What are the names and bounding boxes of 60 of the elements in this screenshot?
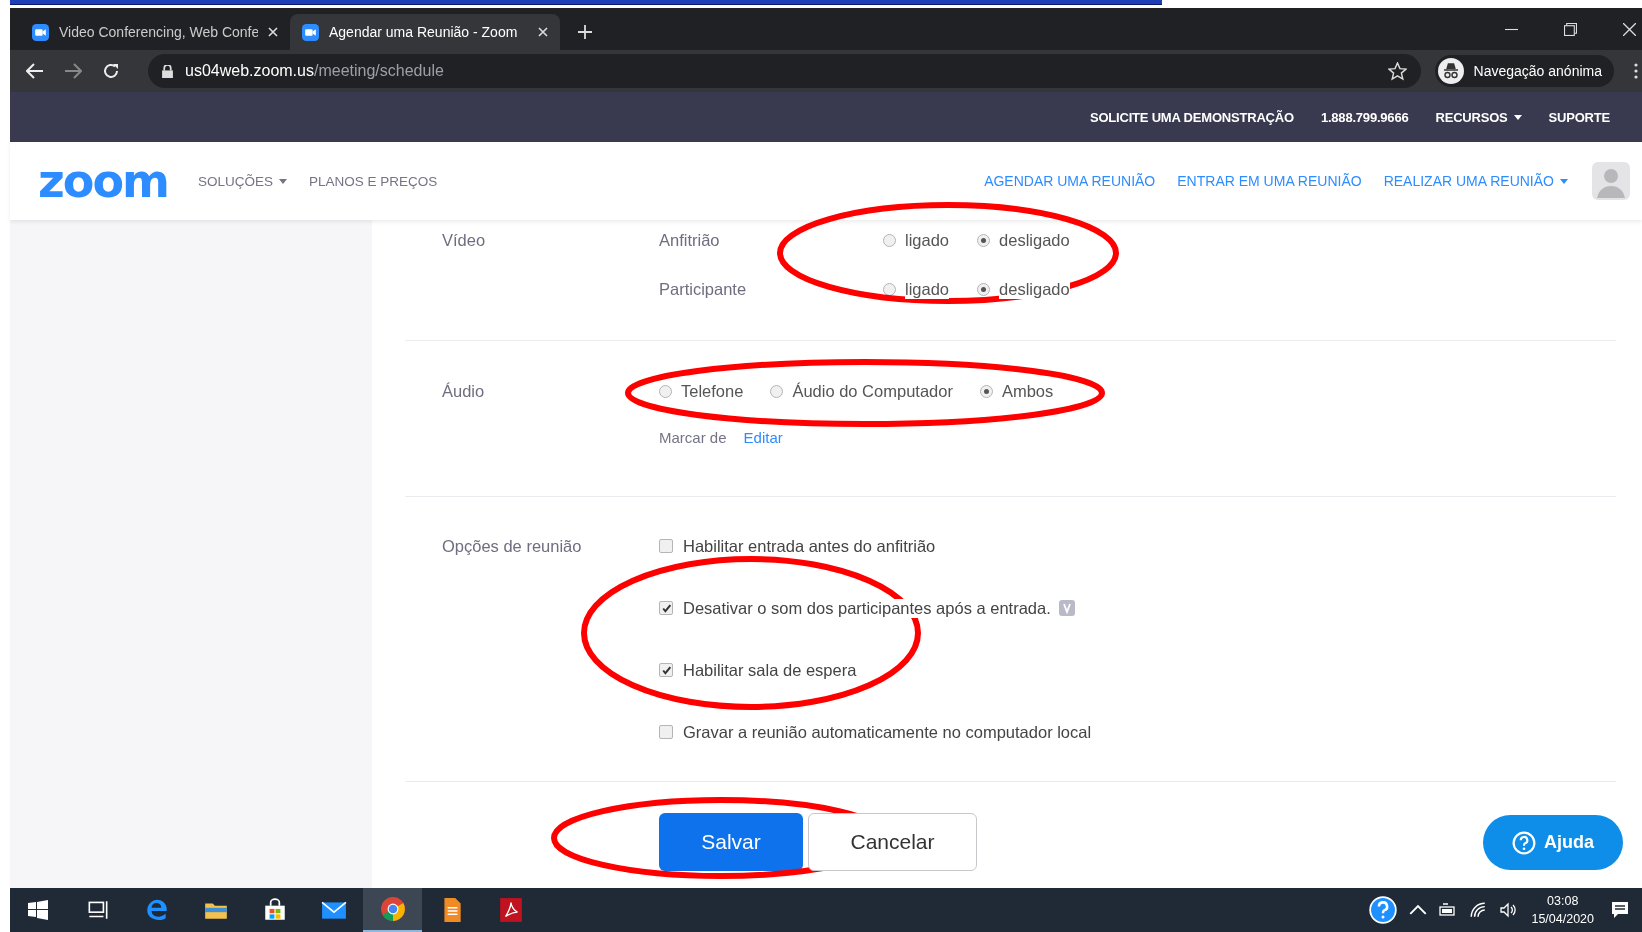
cancel-button[interactable]: Cancelar [808, 813, 977, 871]
checkbox[interactable] [659, 601, 673, 615]
close-icon[interactable] [538, 27, 548, 37]
back-arrow-icon[interactable] [26, 62, 44, 80]
lock-icon [162, 64, 173, 78]
checkbox[interactable] [659, 725, 673, 739]
field-label: Participante [659, 279, 748, 299]
restore-icon[interactable] [1564, 22, 1577, 36]
section-label: Vídeo [442, 230, 486, 249]
url-text: us04web.zoom.us/meeting/schedule [185, 62, 444, 80]
clock-date: 15/04/2020 [1531, 911, 1594, 928]
top-link[interactable]: RECURSOS [1435, 109, 1522, 125]
radio-button[interactable] [979, 384, 993, 398]
radio-button[interactable] [883, 233, 896, 247]
checkbox[interactable] [659, 663, 673, 677]
menu-icon[interactable] [1634, 63, 1638, 79]
chrome-icon[interactable] [379, 896, 406, 922]
nav-link[interactable]: SOLUÇÕES [197, 173, 287, 189]
checkbox[interactable] [659, 539, 673, 553]
option-label: desligado [999, 279, 1070, 299]
option-label: Desativar o som dos participantes após a entrada. [683, 598, 1051, 618]
top-link[interactable]: SUPORTE [1548, 109, 1610, 125]
tab-title: Agendar uma Reunião - Zoom [329, 24, 519, 40]
radio-button[interactable] [977, 233, 991, 247]
new-tab-icon[interactable] [578, 25, 592, 39]
pdf-icon[interactable] [497, 897, 524, 923]
close-icon[interactable] [268, 27, 278, 37]
top-link[interactable]: 1.888.799.9666 [1320, 109, 1409, 125]
wifi-icon[interactable] [1469, 901, 1488, 919]
star-icon[interactable] [1387, 61, 1407, 81]
incognito-icon [1437, 58, 1464, 84]
radio-button[interactable] [977, 282, 991, 296]
save-button[interactable]: Salvar [659, 813, 803, 871]
video-camera-icon [302, 23, 319, 41]
browser-tab[interactable]: Video Conferencing, Web Confe [20, 14, 290, 50]
reload-icon[interactable] [102, 62, 120, 80]
tab-title: Video Conferencing, Web Confe [59, 24, 258, 40]
radio-button[interactable] [659, 384, 672, 398]
forward-arrow-icon[interactable] [64, 62, 82, 80]
section-label: Áudio [442, 381, 485, 400]
field-label: Anfitrião [659, 230, 721, 250]
incognito-profile-button[interactable]: Navegação anónima [1434, 55, 1614, 87]
close-icon[interactable] [1623, 22, 1636, 36]
nav-link[interactable]: PLANOS E PREÇOS [308, 173, 438, 189]
notification-icon[interactable] [1610, 900, 1630, 920]
battery-icon[interactable] [1439, 901, 1458, 919]
speaker-icon[interactable] [1499, 901, 1518, 919]
help-circle-icon[interactable] [1369, 896, 1398, 924]
radio-button[interactable] [770, 384, 784, 398]
dial-in-label: Marcar de [659, 428, 727, 446]
option-label: Áudio do Computador [792, 381, 953, 401]
question-icon [1512, 830, 1536, 855]
section-label: Opções de reunião [442, 536, 582, 555]
clock-time: 03:08 [1547, 893, 1579, 910]
top-link[interactable]: SOLICITE UMA DEMONSTRAÇÃO [1089, 109, 1294, 125]
browser-tab[interactable]: Agendar uma Reunião - Zoom [290, 14, 560, 50]
radio-button[interactable] [883, 282, 896, 296]
video-camera-icon [32, 23, 49, 41]
windows-start-icon[interactable] [28, 900, 48, 920]
address-field[interactable]: us04web.zoom.us/meeting/schedule [148, 54, 1421, 88]
